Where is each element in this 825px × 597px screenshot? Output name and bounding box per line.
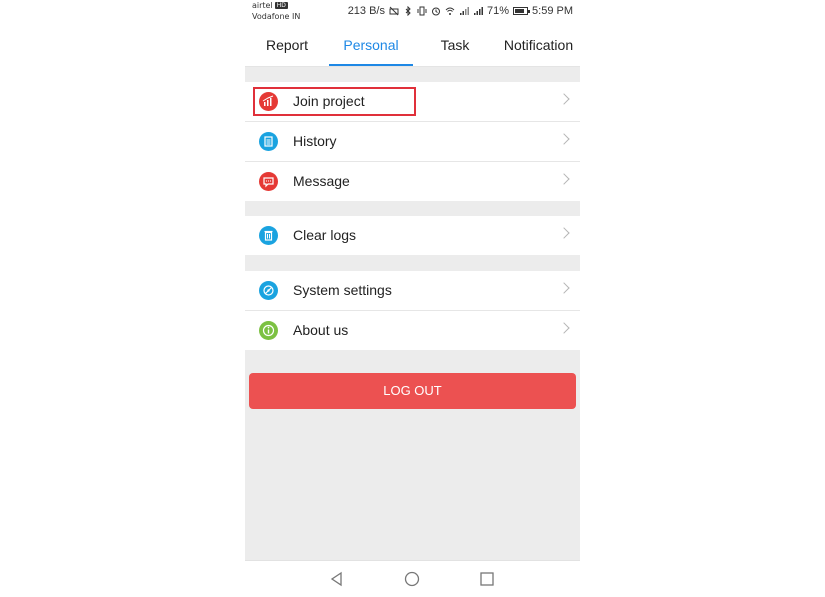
highlight-box <box>253 87 416 116</box>
menu-item-about-us[interactable]: About us <box>245 311 580 350</box>
carrier-primary: airtel HD <box>252 1 288 10</box>
menu-item-label: System settings <box>293 282 392 298</box>
network-speed: 213 B/s <box>347 5 385 17</box>
menu-group-3: System settings About us <box>245 271 580 350</box>
chevron-right-icon <box>558 133 570 145</box>
carrier-primary-name: airtel <box>252 1 273 10</box>
info-icon <box>259 321 278 340</box>
menu-item-label: Message <box>293 173 350 189</box>
trash-icon <box>259 226 278 245</box>
alarm-icon <box>432 7 440 16</box>
carrier-secondary: Vodafone IN <box>252 12 301 21</box>
vibrate-icon <box>417 6 427 16</box>
no-data-icon <box>389 6 399 16</box>
tab-report[interactable]: Report <box>245 24 329 66</box>
message-icon <box>259 172 278 191</box>
menu-group-1: Join project History Message <box>245 82 580 201</box>
home-icon[interactable] <box>404 571 420 587</box>
recent-apps-icon[interactable] <box>479 571 495 587</box>
menu-item-label: History <box>293 133 337 149</box>
menu-item-clear-logs[interactable]: Clear logs <box>245 216 580 255</box>
menu-item-join-project[interactable]: Join project <box>245 82 580 122</box>
history-icon <box>259 132 278 151</box>
menu-item-label: About us <box>293 322 349 338</box>
wifi-icon <box>445 7 455 15</box>
phone-screen: airtel HD Vodafone IN 213 B/s 71% 5:59 PM… <box>245 0 580 597</box>
tab-notification[interactable]: Notification <box>497 24 580 66</box>
tab-personal[interactable]: Personal <box>329 24 413 66</box>
tab-bar: Report Personal Task Notification <box>245 24 580 67</box>
chevron-right-icon <box>558 227 570 239</box>
chevron-right-icon <box>558 173 570 185</box>
signal-icon-2 <box>474 7 483 15</box>
clock: 5:59 PM <box>532 5 573 17</box>
navigation-bar <box>245 560 580 597</box>
back-icon[interactable] <box>329 571 345 587</box>
menu-item-system-settings[interactable]: System settings <box>245 271 580 311</box>
bluetooth-icon <box>405 6 411 16</box>
menu-item-label: Clear logs <box>293 227 357 243</box>
chevron-right-icon <box>558 322 570 334</box>
signal-icon-1 <box>460 7 469 15</box>
hd-badge: HD <box>274 2 288 9</box>
tab-task[interactable]: Task <box>413 24 497 66</box>
menu-item-history[interactable]: History <box>245 122 580 162</box>
logout-button[interactable]: LOG OUT <box>249 373 576 409</box>
active-tab-indicator <box>329 64 413 66</box>
settings-icon <box>259 281 278 300</box>
battery-percent: 71% <box>487 5 510 17</box>
status-icons: 213 B/s 71% 5:59 PM <box>348 5 573 17</box>
chevron-right-icon <box>558 93 570 105</box>
menu-item-message[interactable]: Message <box>245 162 580 201</box>
menu-group-2: Clear logs <box>245 216 580 255</box>
battery-icon <box>513 7 531 15</box>
chevron-right-icon <box>558 282 570 294</box>
status-bar: airtel HD Vodafone IN 213 B/s 71% 5:59 PM <box>245 0 580 24</box>
